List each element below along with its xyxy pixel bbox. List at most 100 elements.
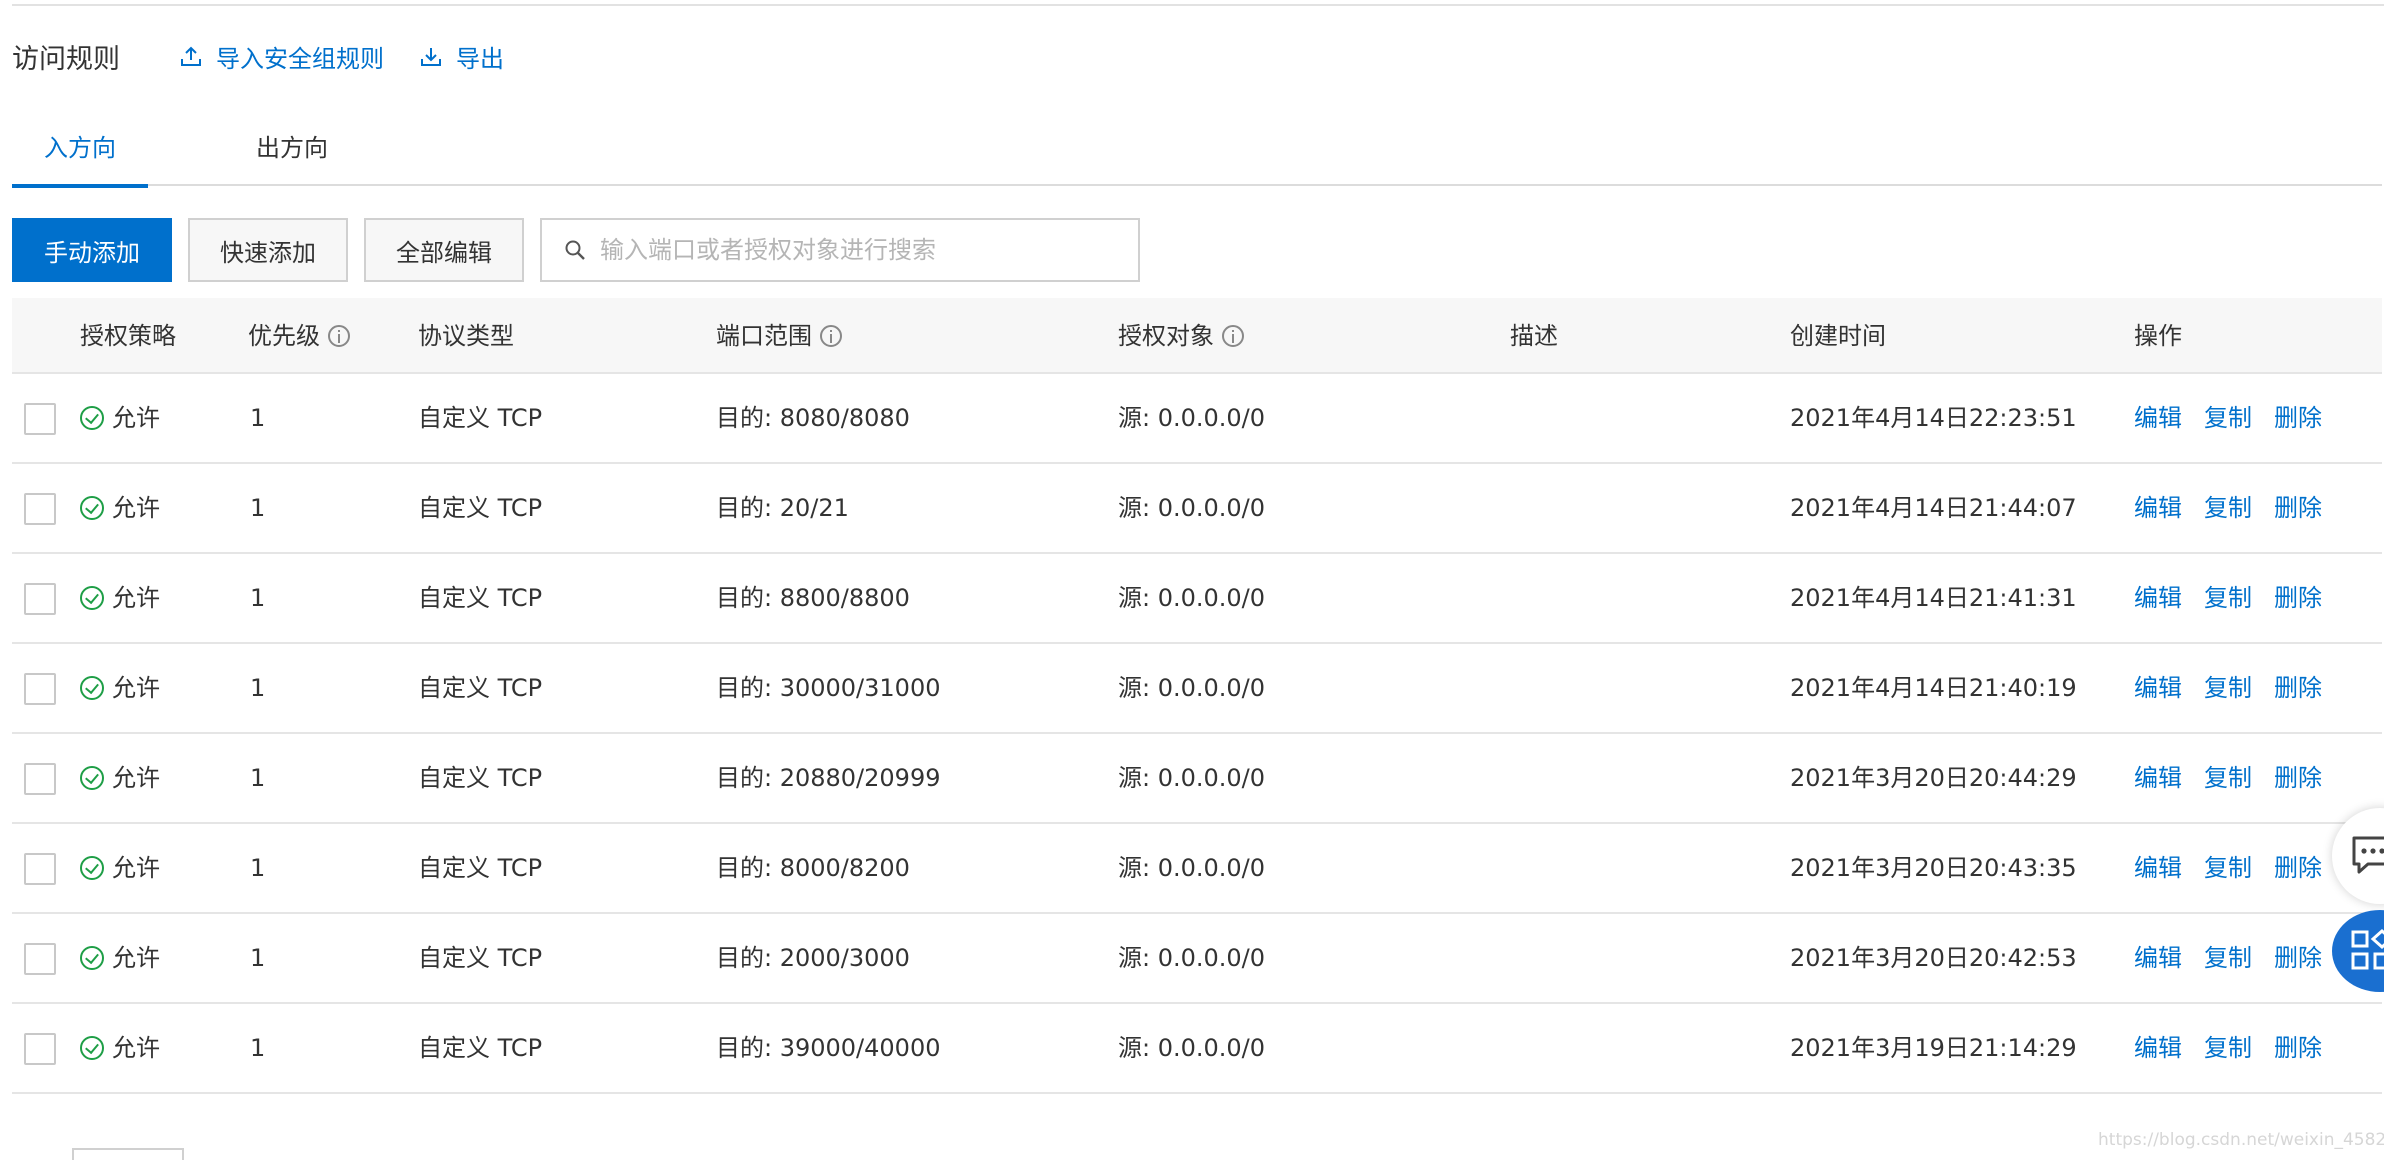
cell-protocol: 自定义 TCP [418,1034,543,1062]
col-protocol-label: 协议类型 [418,322,514,350]
col-port-label: 端口范围 [716,322,812,350]
cell-policy: 允许 [80,734,160,822]
table-row: 允许 1 自定义 TCP 目的: 39000/40000 源: 0.0.0.0/0 202… [12,1004,2382,1094]
cell-port: 目的: 8000/8200 [716,854,910,882]
copy-button[interactable]: 复制 [2204,464,2252,552]
quick-add-button[interactable]: 快速添加 [188,218,348,282]
row-checkbox[interactable] [24,673,56,705]
cell-priority: 1 [250,1034,266,1062]
cell-policy-text: 允许 [112,854,160,882]
cell-port: 目的: 8800/8800 [716,584,910,612]
copy-button[interactable]: 复制 [2204,824,2252,912]
cell-port: 目的: 8080/8080 [716,404,910,432]
search-input[interactable] [600,236,1120,264]
table-row: 允许 1 自定义 TCP 目的: 20880/20999 源: 0.0.0.0/0 202… [12,734,2382,824]
info-icon[interactable] [1222,325,1244,347]
edit-button[interactable]: 编辑 [2134,1004,2182,1092]
edit-button[interactable]: 编辑 [2134,734,2182,822]
cell-policy-text: 允许 [112,674,160,702]
col-policy-label: 授权策略 [80,322,176,350]
table-row: 允许 1 自定义 TCP 目的: 8800/8800 源: 0.0.0.0/0 2021年… [12,554,2382,644]
cell-port: 目的: 2000/3000 [716,944,910,972]
row-checkbox[interactable] [24,403,56,435]
cell-port: 目的: 20/21 [716,494,849,522]
cell-protocol: 自定义 TCP [418,944,543,972]
delete-button[interactable]: 删除 [2274,1004,2322,1092]
col-desc: 描述 [1510,298,1558,374]
delete-button[interactable]: 删除 [2274,464,2322,552]
col-policy: 授权策略 [80,298,176,374]
cell-ops: 编辑 复制 删除 [2134,914,2344,1002]
manual-add-button[interactable]: 手动添加 [12,218,172,282]
col-target-label: 授权对象 [1118,322,1214,350]
col-priority: 优先级 [248,298,350,374]
cell-ops: 编辑 复制 删除 [2134,644,2344,732]
delete-button[interactable]: 删除 [2274,734,2322,822]
cell-created: 2021年3月20日20:43:35 [1790,854,2077,882]
delete-button[interactable]: 删除 [2274,554,2322,642]
tab-outbound[interactable]: 出方向 [224,110,360,186]
edit-all-button[interactable]: 全部编辑 [364,218,524,282]
cell-created: 2021年4月14日22:23:51 [1790,404,2077,432]
row-checkbox[interactable] [24,853,56,885]
cell-created: 2021年3月20日20:44:29 [1790,764,2077,792]
cell-created: 2021年3月20日20:42:53 [1790,944,2077,972]
cell-port: 目的: 30000/31000 [716,674,941,702]
cell-ops: 编辑 复制 删除 [2134,554,2344,642]
cell-target: 源: 0.0.0.0/0 [1118,944,1266,972]
row-checkbox[interactable] [24,1033,56,1065]
cell-priority: 1 [250,584,266,612]
check-circle-icon [80,496,104,520]
copy-button[interactable]: 复制 [2204,1004,2252,1092]
cell-ops: 编辑 复制 删除 [2134,374,2344,462]
delete-button[interactable]: 删除 [2274,374,2322,462]
cell-protocol: 自定义 TCP [418,494,543,522]
edit-button[interactable]: 编辑 [2134,914,2182,1002]
search-box [540,218,1140,282]
cell-target: 源: 0.0.0.0/0 [1118,764,1266,792]
cell-protocol: 自定义 TCP [418,764,543,792]
copy-button[interactable]: 复制 [2204,914,2252,1002]
col-ops-label: 操作 [2134,322,2182,350]
import-rules-label: 导入安全组规则 [216,44,384,73]
delete-button[interactable]: 删除 [2274,644,2322,732]
edit-button[interactable]: 编辑 [2134,644,2182,732]
edit-button[interactable]: 编辑 [2134,374,2182,462]
info-icon[interactable] [328,325,350,347]
copy-button[interactable]: 复制 [2204,374,2252,462]
row-checkbox[interactable] [24,493,56,525]
tab-inbound[interactable]: 入方向 [12,110,148,188]
info-icon[interactable] [820,325,842,347]
pagination-partial[interactable] [72,1148,184,1160]
copy-button[interactable]: 复制 [2204,554,2252,642]
table-row: 允许 1 自定义 TCP 目的: 8080/8080 源: 0.0.0.0/0 2021年… [12,374,2382,464]
delete-button[interactable]: 删除 [2274,824,2322,912]
row-checkbox[interactable] [24,583,56,615]
edit-button[interactable]: 编辑 [2134,824,2182,912]
cell-created: 2021年4月14日21:41:31 [1790,584,2077,612]
delete-button[interactable]: 删除 [2274,914,2322,1002]
export-link[interactable]: 导出 [420,39,504,74]
cell-target: 源: 0.0.0.0/0 [1118,674,1266,702]
toolbar: 手动添加 快速添加 全部编辑 [12,218,1140,282]
copy-button[interactable]: 复制 [2204,644,2252,732]
row-checkbox[interactable] [24,763,56,795]
cell-created: 2021年4月14日21:44:07 [1790,494,2077,522]
edit-button[interactable]: 编辑 [2134,464,2182,552]
cell-target: 源: 0.0.0.0/0 [1118,404,1266,432]
cell-policy: 允许 [80,464,160,552]
table-header: 授权策略 优先级 协议类型 端口范围 授权对象 描述 创建时间 操作 [12,298,2382,374]
cell-target: 源: 0.0.0.0/0 [1118,1034,1266,1062]
edit-button[interactable]: 编辑 [2134,554,2182,642]
cell-policy: 允许 [80,914,160,1002]
chat-icon [2352,836,2384,874]
cell-protocol: 自定义 TCP [418,854,543,882]
watermark: https://blog.csdn.net/weixin_45829957 [2098,1130,2384,1150]
cell-protocol: 自定义 TCP [418,674,543,702]
cell-policy-text: 允许 [112,404,160,432]
cell-port: 目的: 20880/20999 [716,764,941,792]
import-rules-link[interactable]: 导入安全组规则 [180,39,384,74]
row-checkbox[interactable] [24,943,56,975]
copy-button[interactable]: 复制 [2204,734,2252,822]
cell-port: 目的: 39000/40000 [716,1034,941,1062]
